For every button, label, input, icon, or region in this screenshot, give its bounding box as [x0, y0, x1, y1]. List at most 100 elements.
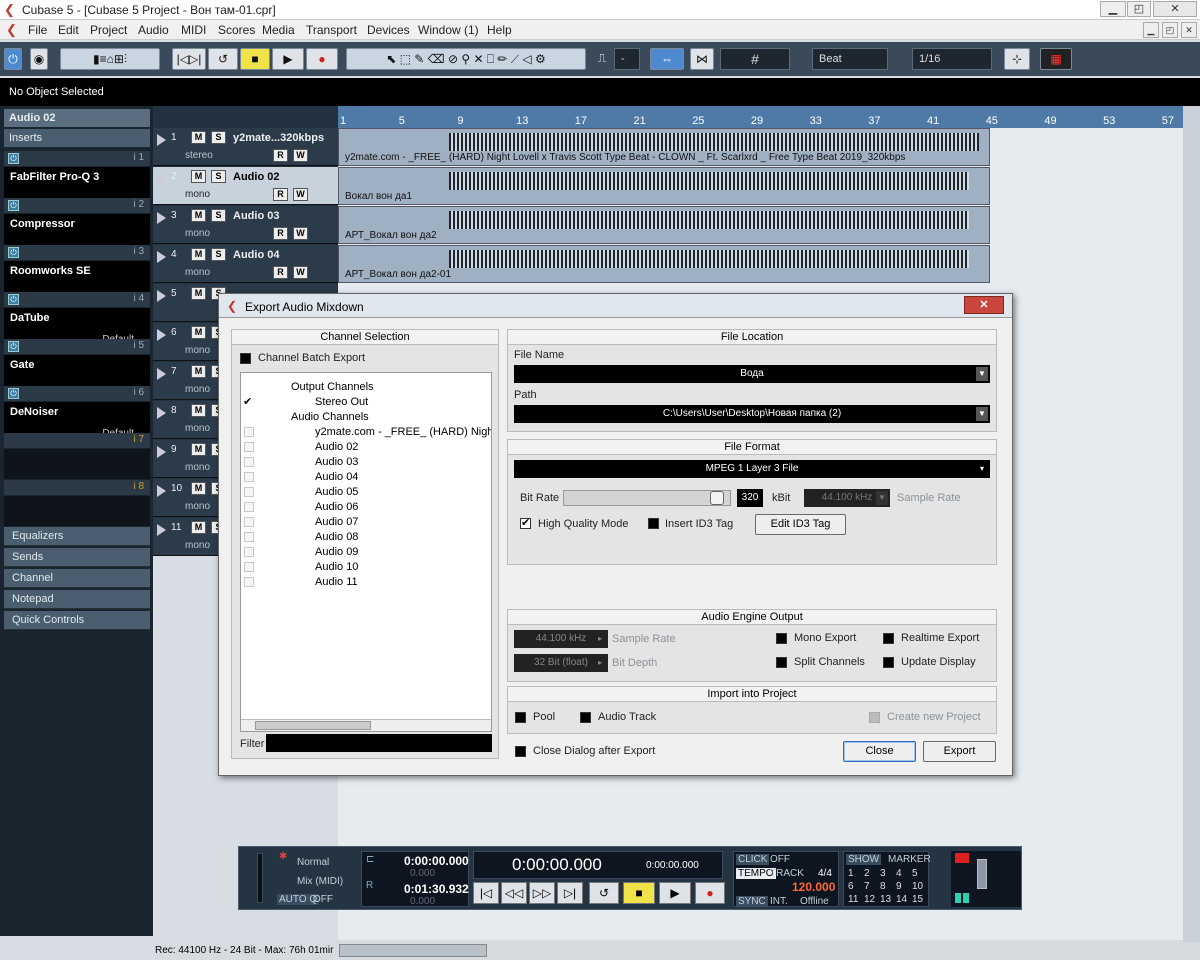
play-icon[interactable]: ▶	[272, 48, 304, 70]
record-mode[interactable]: Normal	[297, 857, 329, 868]
batch-export-checkbox[interactable]	[240, 353, 251, 364]
channel-checkbox[interactable]	[244, 487, 254, 497]
vertical-scrollbar[interactable]	[1183, 106, 1200, 942]
sync-label[interactable]: SYNC	[736, 896, 768, 907]
constrain-delay-icon[interactable]: ◉	[30, 48, 48, 70]
auto-quantize-state[interactable]: OFF	[313, 894, 333, 905]
mute-button[interactable]: M	[191, 404, 206, 417]
cycle-icon[interactable]: ↺	[208, 48, 238, 70]
clip-indicator[interactable]	[955, 853, 969, 863]
quantize-dropdown[interactable]: 1/16	[912, 48, 992, 70]
mute-button[interactable]: M	[191, 248, 206, 261]
activate-project-icon[interactable]: ⏻	[4, 48, 22, 70]
menu-audio[interactable]: Audio	[138, 23, 169, 37]
write-automation-button[interactable]: W	[293, 227, 308, 240]
track-expand-icon[interactable]	[157, 212, 166, 224]
track-expand-icon[interactable]	[157, 251, 166, 263]
power-icon[interactable]: ⏻	[8, 247, 19, 258]
mix-mode[interactable]: Mix (MIDI)	[297, 876, 343, 887]
dialog-close-icon[interactable]: ✕	[964, 296, 1004, 314]
dropdown-arrow-icon[interactable]: ▼	[976, 367, 988, 381]
menu-edit[interactable]: Edit	[58, 23, 79, 37]
menu-devices[interactable]: Devices	[367, 23, 410, 37]
slider-thumb[interactable]	[710, 491, 724, 505]
realtime-export-checkbox[interactable]	[883, 633, 894, 644]
audio-event[interactable]: y2mate.com - _FREE_ (HARD) Night Lovell …	[338, 128, 990, 166]
tree-item-audio-channel[interactable]: y2mate.com - _FREE_ (HARD) Night Lo	[315, 426, 491, 438]
track-name[interactable]: Audio 03	[233, 210, 333, 222]
tree-item-audio-channel[interactable]: Audio 02	[315, 441, 358, 453]
power-icon[interactable]: ⏻	[8, 341, 19, 352]
power-icon[interactable]: ⏻	[8, 153, 19, 164]
section-notepad[interactable]: Notepad	[4, 590, 150, 609]
forward-icon[interactable]: ▷▷	[529, 882, 555, 904]
solo-button[interactable]: S	[211, 209, 226, 222]
crosshair-icon[interactable]: ⊹	[1004, 48, 1030, 70]
tempo-value[interactable]: 120.000	[792, 880, 835, 894]
track-name[interactable]: Audio 04	[233, 249, 333, 261]
track-expand-icon[interactable]	[157, 134, 166, 146]
solo-button[interactable]: S	[211, 131, 226, 144]
file-format-dropdown[interactable]: MPEG 1 Layer 3 File ▾	[514, 460, 990, 478]
view-toggles-group[interactable]: ▮≡⌂⊞⫶	[60, 48, 160, 70]
channel-checkbox[interactable]	[244, 517, 254, 527]
marker-button[interactable]: 10	[912, 881, 923, 892]
right-locator-time[interactable]: 0:01:30.932	[404, 882, 469, 896]
stop-icon[interactable]: ■	[240, 48, 270, 70]
audio-track-checkbox[interactable]	[580, 712, 591, 723]
snap-toggle-icon[interactable]: ⇔	[650, 48, 684, 70]
section-channel[interactable]: Channel	[4, 569, 150, 588]
write-automation-button[interactable]: W	[293, 149, 308, 162]
read-automation-button[interactable]: R	[273, 149, 288, 162]
pool-checkbox[interactable]	[515, 712, 526, 723]
marker-button[interactable]: 4	[896, 868, 902, 879]
section-equalizers[interactable]: Equalizers	[4, 527, 150, 546]
marker-button[interactable]: 11	[848, 894, 858, 905]
marker-button[interactable]: 9	[896, 881, 902, 892]
record-icon[interactable]: ●	[695, 882, 725, 904]
horizontal-scroll-thumb[interactable]	[339, 944, 487, 957]
channel-checkbox[interactable]	[244, 532, 254, 542]
goto-end-icon[interactable]: ▷|	[557, 882, 583, 904]
solo-button[interactable]: S	[211, 170, 226, 183]
bitrate-value[interactable]: 320	[737, 489, 763, 507]
track-expand-icon[interactable]	[157, 407, 166, 419]
menu-window[interactable]: Window (1)	[418, 23, 479, 37]
power-icon[interactable]: ⏻	[8, 388, 19, 399]
close-button[interactable]: Close	[843, 741, 916, 762]
channel-checkbox[interactable]	[244, 442, 254, 452]
cycle-icon[interactable]: ↺	[589, 882, 619, 904]
inner-restore-button[interactable]: ◰	[1162, 22, 1178, 38]
tree-item-audio-channel[interactable]: Audio 10	[315, 561, 358, 573]
tree-item-audio-channel[interactable]: Audio 06	[315, 501, 358, 513]
marker-button[interactable]: 8	[880, 881, 886, 892]
marker-button[interactable]: 6	[848, 881, 854, 892]
stop-icon[interactable]: ■	[623, 882, 655, 904]
menu-project[interactable]: Project	[90, 23, 127, 37]
tree-group-audio[interactable]: Audio Channels	[291, 411, 369, 423]
menu-media[interactable]: Media	[262, 23, 295, 37]
export-button[interactable]: Export	[923, 741, 996, 762]
section-sends[interactable]: Sends	[4, 548, 150, 567]
channel-checkbox[interactable]	[244, 457, 254, 467]
track-header[interactable]: 3 M S Audio 03 mono R W	[153, 206, 338, 244]
timeline-ruler[interactable]: 1 5 9 13 17 21 25 29 33 37 41 45 49 53 57	[338, 106, 1200, 128]
power-icon[interactable]: ⏻	[8, 200, 19, 211]
mute-button[interactable]: M	[191, 482, 206, 495]
tree-item-audio-channel[interactable]: Audio 07	[315, 516, 358, 528]
color-palette-icon[interactable]: ▦	[1040, 48, 1072, 70]
inner-minimize-button[interactable]: ▁	[1143, 22, 1159, 38]
track-expand-icon[interactable]	[157, 485, 166, 497]
secondary-time-display[interactable]: 0:00:00.000	[646, 860, 699, 871]
tree-group-output[interactable]: Output Channels	[291, 381, 374, 393]
edit-tools-group[interactable]: ⬉ ⬚ ✎ ⌫ ⊘ ⚲ ✕ ⎕ ✏ ⟋ ◁ ⚙	[346, 48, 586, 70]
path-field[interactable]: C:\Users\User\Desktop\Новая папка (2) ▼	[514, 405, 990, 423]
marker-button[interactable]: 14	[896, 894, 907, 905]
tree-item-audio-channel[interactable]: Audio 04	[315, 471, 358, 483]
track-header[interactable]: 2 M S Audio 02 mono R W	[153, 167, 338, 205]
dropdown-arrow-icon[interactable]: ▼	[976, 407, 988, 421]
tree-item-stereo-out[interactable]: Stereo Out	[315, 396, 368, 408]
channel-checkbox[interactable]	[244, 562, 254, 572]
menu-help[interactable]: Help	[487, 23, 512, 37]
track-expand-icon[interactable]	[157, 368, 166, 380]
